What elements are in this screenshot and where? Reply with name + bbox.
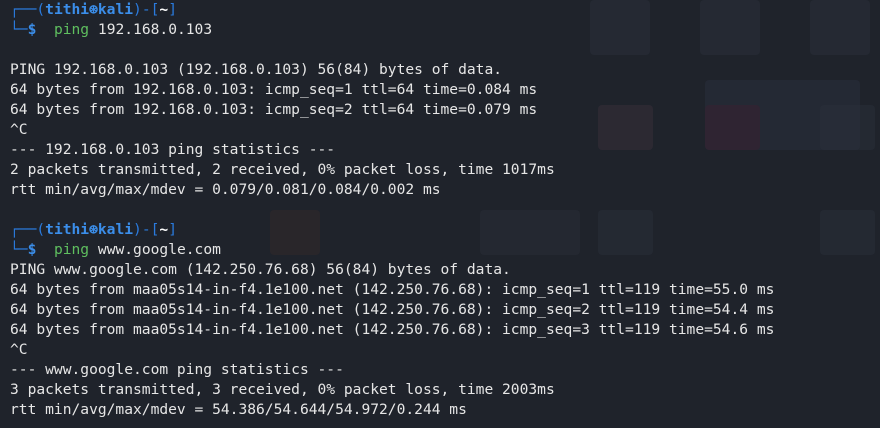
prompt-header-line: ┌──(tithi⊛kali)-[~]	[10, 220, 880, 240]
prompt-frame: )-[	[133, 221, 160, 238]
output-line: 3 packets transmitted, 3 received, 0% pa…	[10, 381, 555, 398]
prompt-user: tithi	[45, 221, 90, 238]
prompt-frame: ┌──(	[10, 1, 46, 18]
output-line: ^C	[10, 341, 28, 358]
command-line: └─$ ping www.google.com	[10, 240, 880, 260]
prompt-host: kali	[97, 1, 134, 18]
output-line: PING 192.168.0.103 (192.168.0.103) 56(84…	[10, 61, 503, 78]
prompt-skull-icon: ⊛	[89, 1, 98, 18]
prompt-symbol: $	[27, 241, 37, 258]
prompt-header-line: ┌──(tithi⊛kali)-[~]	[10, 0, 880, 20]
command-argument: www.google.com	[97, 241, 221, 258]
output-line: PING www.google.com (142.250.76.68) 56(8…	[10, 261, 511, 278]
prompt-skull-icon: ⊛	[89, 221, 98, 238]
command-line: └─$ ping 192.168.0.103	[10, 20, 880, 40]
prompt-frame: └─	[10, 241, 28, 258]
output-line: 64 bytes from maa05s14-in-f4.1e100.net (…	[10, 281, 775, 298]
prompt-host: kali	[97, 221, 134, 238]
prompt-frame: └─	[10, 21, 28, 38]
output-line: 64 bytes from 192.168.0.103: icmp_seq=2 …	[10, 101, 538, 118]
prompt-symbol: $	[27, 21, 37, 38]
prompt-frame: )-[	[133, 1, 160, 18]
command-argument: 192.168.0.103	[97, 21, 213, 38]
command-name: ping	[53, 241, 90, 258]
prompt-frame: ┌──(	[10, 221, 46, 238]
output-line: rtt min/avg/max/mdev = 54.386/54.644/54.…	[10, 401, 467, 418]
output-line: 64 bytes from 192.168.0.103: icmp_seq=1 …	[10, 81, 538, 98]
terminal-window[interactable]: ┌──(tithi⊛kali)-[~] └─$ ping 192.168.0.10…	[0, 0, 880, 428]
output-line: --- 192.168.0.103 ping statistics ---	[10, 141, 336, 158]
output-line: 64 bytes from maa05s14-in-f4.1e100.net (…	[10, 321, 775, 338]
output-line: --- www.google.com ping statistics ---	[10, 361, 344, 378]
prompt-directory: ~	[159, 1, 169, 18]
output-line: 64 bytes from maa05s14-in-f4.1e100.net (…	[10, 301, 775, 318]
prompt-directory: ~	[159, 221, 169, 238]
prompt-user: tithi	[45, 1, 90, 18]
output-line: rtt min/avg/max/mdev = 0.079/0.081/0.084…	[10, 181, 441, 198]
prompt-frame: ]	[168, 1, 177, 18]
output-line: 2 packets transmitted, 2 received, 0% pa…	[10, 161, 555, 178]
output-line: ^C	[10, 121, 28, 138]
prompt-frame: ]	[168, 221, 177, 238]
command-name: ping	[53, 21, 90, 38]
